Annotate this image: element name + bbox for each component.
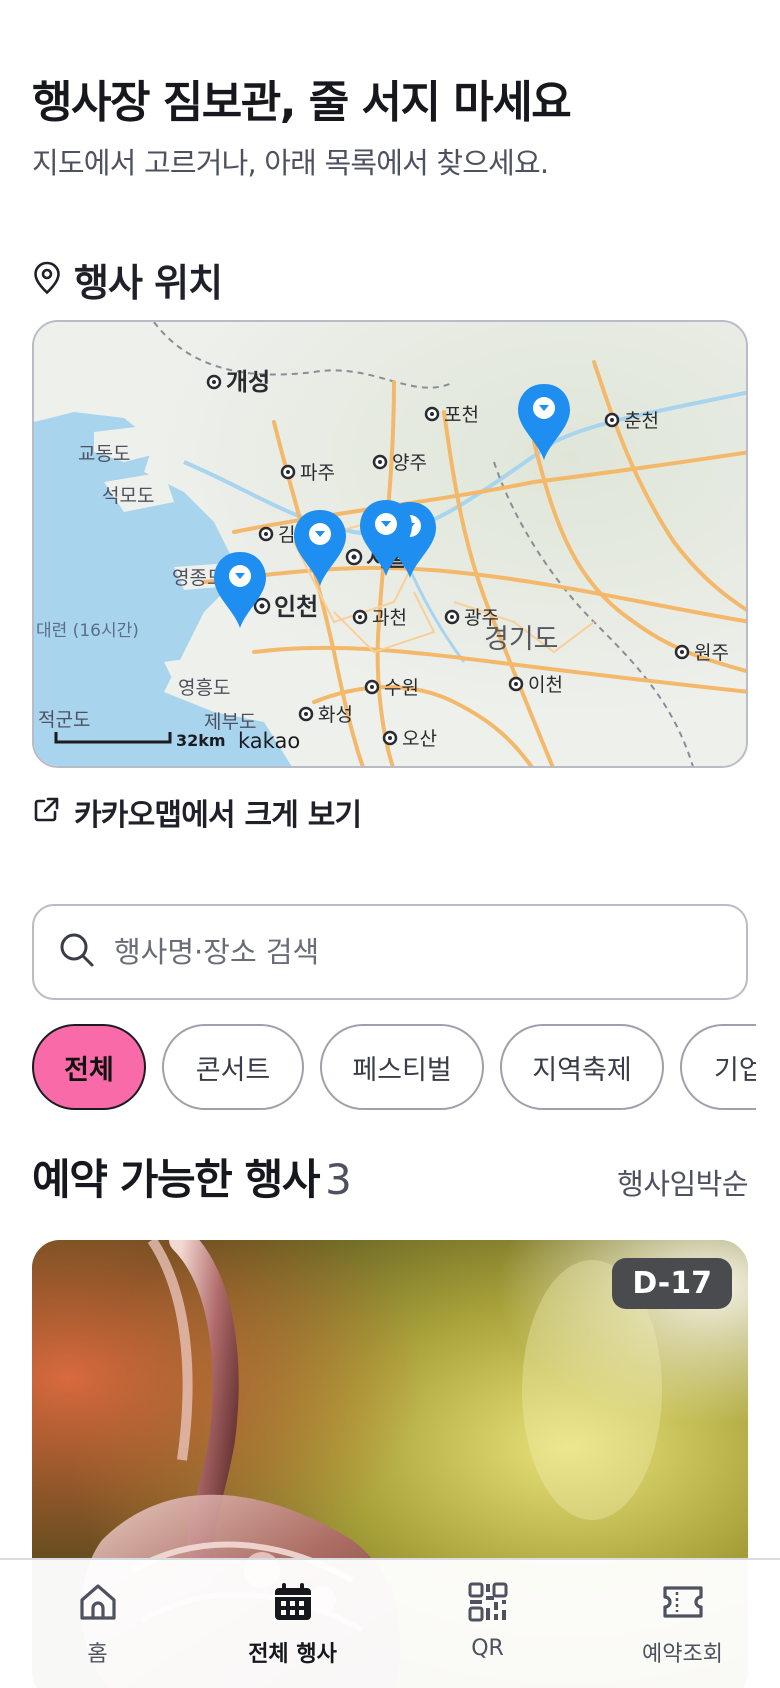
ticket-icon: [659, 1580, 707, 1628]
tab-reservation-lookup-label: 예약조회: [642, 1642, 723, 1667]
map-label-suwon: 수원: [384, 677, 419, 699]
tab-qr-label: QR: [471, 1636, 504, 1661]
chip-concert[interactable]: 콘서트: [162, 1024, 304, 1110]
external-link-icon: [32, 796, 60, 828]
location-pin-icon: [32, 261, 62, 299]
location-section-header: 행사 위치: [32, 252, 223, 307]
tab-home[interactable]: 홈: [0, 1560, 195, 1688]
events-section-title: 예약 가능한 행사: [32, 1155, 321, 1204]
map-label-seokmodo: 석모도: [102, 485, 154, 507]
open-kakao-map-label: 카카오맵에서 크게 보기: [74, 798, 362, 833]
map-label-chuncheon: 춘천: [624, 410, 659, 432]
category-filter-chips: 전체 콘서트 페스티벌 지역축제 기업: [32, 1024, 756, 1112]
map-label-jeokgeundo: 적군도: [38, 709, 90, 731]
events-count: 3: [325, 1155, 352, 1204]
kakao-map-logo: kakao: [238, 729, 300, 753]
event-map[interactable]: 개성 포천 춘천 교동도 파주 양주 석모도 김포 서울 영종도 인천 과천 광…: [32, 320, 748, 768]
map-label-dalian-route: 대련 (16시간): [36, 621, 139, 641]
tab-all-events-label: 전체 행사: [248, 1642, 337, 1667]
search-input[interactable]: [114, 935, 674, 969]
tab-all-events[interactable]: 전체 행사: [195, 1560, 390, 1688]
map-label-paju: 파주: [300, 462, 335, 484]
search-box[interactable]: [32, 904, 748, 1000]
location-section-title: 행사 위치: [74, 261, 223, 305]
open-kakao-map-link[interactable]: 카카오맵에서 크게 보기: [32, 790, 362, 834]
tab-qr[interactable]: QR: [390, 1560, 585, 1688]
tab-reservation-lookup[interactable]: 예약조회: [585, 1560, 780, 1688]
bottom-tab-bar: 홈 전체 행사 QR 예약조회: [0, 1558, 780, 1688]
map-label-yeongheungdo: 영흥도: [178, 677, 230, 699]
map-label-gaeseong: 개성: [226, 368, 270, 396]
home-icon: [76, 1580, 120, 1628]
dday-badge: D-17: [612, 1258, 732, 1309]
map-label-yangju: 양주: [392, 452, 427, 474]
map-label-osan: 오산: [402, 728, 437, 750]
map-label-hwaseong: 화성: [318, 704, 353, 726]
chip-festival[interactable]: 페스티벌: [320, 1024, 484, 1110]
qr-code-icon: [466, 1580, 510, 1628]
sort-dropdown[interactable]: 행사임박순: [617, 1161, 748, 1203]
chip-corporate[interactable]: 기업: [680, 1024, 756, 1110]
search-icon: [58, 931, 96, 973]
events-section-header: 예약 가능한 행사 3 행사임박순: [32, 1146, 748, 1207]
chip-local-festival[interactable]: 지역축제: [500, 1024, 664, 1110]
map-label-wonju: 원주: [694, 642, 729, 664]
app-screen: 행사장 짐보관, 줄 서지 마세요 지도에서 고르거나, 아래 목록에서 찾으세…: [0, 0, 780, 1688]
map-label-gwacheon: 과천: [372, 607, 407, 629]
calendar-icon: [271, 1580, 315, 1628]
map-label-pocheon: 포천: [444, 404, 479, 426]
page-subtitle: 지도에서 고르거나, 아래 목록에서 찾으세요.: [32, 146, 549, 180]
page-title: 행사장 짐보관, 줄 서지 마세요: [32, 77, 572, 128]
chip-all[interactable]: 전체: [32, 1024, 146, 1110]
tab-home-label: 홈: [87, 1642, 108, 1667]
map-label-gyodongdo: 교동도: [78, 443, 130, 465]
map-label-icheon: 이천: [528, 674, 563, 696]
map-label-incheon: 인천: [274, 593, 318, 621]
map-scale-label: 32km: [176, 731, 226, 750]
map-label-gyeonggido: 경기도: [484, 624, 559, 655]
